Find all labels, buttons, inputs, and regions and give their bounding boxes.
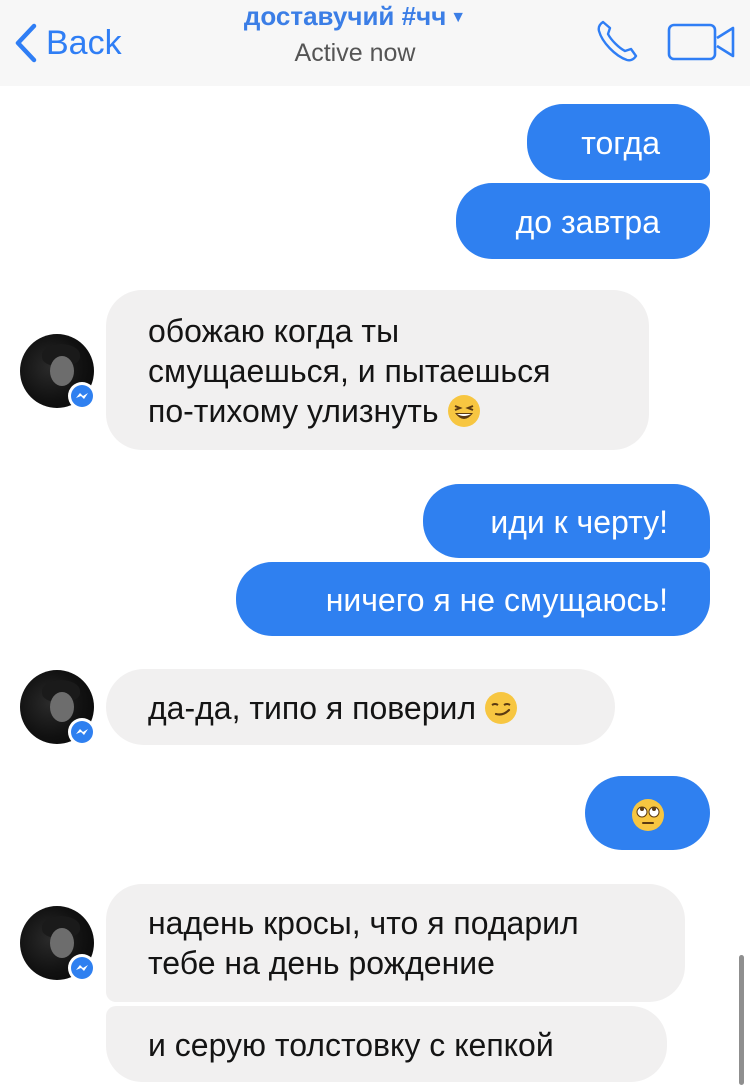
avatar-face-shape [50, 692, 74, 722]
message-line: смущаешься, и пытаешься [148, 353, 551, 389]
message-bubble-incoming[interactable]: да-да, типо я поверил [106, 669, 615, 745]
message-line: тебе на день рождение [148, 945, 495, 981]
caret-down-icon: ▼ [450, 9, 467, 26]
message-text: да-да, типо я поверил [148, 690, 477, 726]
presence-status: Active now [294, 39, 416, 67]
contact-avatar[interactable] [20, 906, 96, 982]
message-line: надень кросы, что я подарил [148, 905, 579, 941]
back-label: Back [46, 23, 122, 62]
contact-avatar[interactable] [20, 334, 96, 410]
message-line: по-тихому улизнуть [148, 393, 439, 429]
video-camera-icon[interactable] [667, 22, 737, 62]
eye-roll-face-emoji [631, 799, 664, 831]
messenger-badge-icon [68, 954, 96, 982]
scrollbar[interactable] [739, 955, 744, 1085]
chevron-left-icon [15, 23, 37, 63]
message-text: и серую толстовку с кепкой [148, 1027, 554, 1063]
message-text: тогда [581, 125, 660, 161]
messenger-badge-icon [68, 382, 96, 410]
message-bubble-outgoing[interactable] [585, 776, 710, 850]
conversation-title-area: доставучий #чч ▼ Active now [205, 0, 505, 68]
message-bubble-incoming[interactable]: обожаю когда ты смущаешься, и пытаешься … [106, 290, 649, 450]
laughing-face-emoji [447, 395, 480, 427]
chat-header: Back доставучий #чч ▼ Active now [0, 0, 750, 86]
avatar-face-shape [50, 356, 74, 386]
contact-name: доставучий #чч [243, 1, 447, 31]
message-line-wrap: по-тихому улизнуть [148, 391, 629, 431]
message-bubble-outgoing[interactable]: иди к черту! [423, 484, 710, 558]
message-bubble-outgoing[interactable]: тогда [527, 104, 710, 180]
conversation-title-button[interactable]: доставучий #чч ▼ [205, 1, 505, 33]
message-bubble-outgoing[interactable]: до завтра [456, 183, 710, 259]
message-text: до завтра [515, 204, 660, 240]
message-text: иди к черту! [490, 504, 668, 540]
smirking-face-emoji [485, 692, 518, 724]
contact-avatar[interactable] [20, 670, 96, 746]
phone-icon[interactable] [595, 18, 641, 64]
message-bubble-outgoing[interactable]: ничего я не смущаюсь! [236, 562, 710, 636]
message-line: обожаю когда ты [148, 313, 400, 349]
message-bubble-incoming[interactable]: и серую толстовку с кепкой [106, 1006, 667, 1082]
messenger-badge-icon [68, 718, 96, 746]
avatar-face-shape [50, 928, 74, 958]
message-bubble-incoming[interactable]: надень кросы, что я подарил тебе на день… [106, 884, 685, 1002]
message-text: ничего я не смущаюсь! [325, 582, 668, 618]
back-button[interactable]: Back [14, 18, 122, 68]
